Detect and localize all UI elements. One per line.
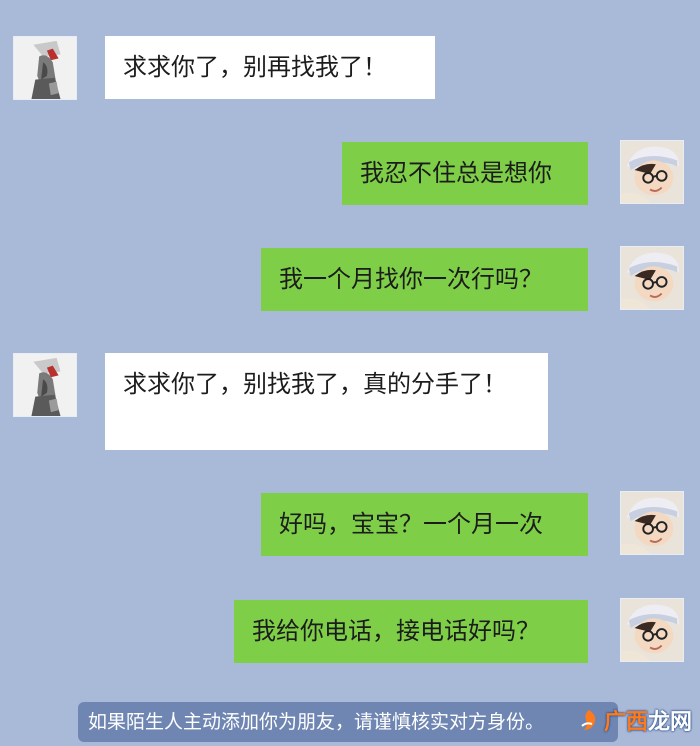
my-avatar[interactable]: [620, 140, 684, 204]
contact-avatar-image: [14, 354, 76, 416]
my-avatar[interactable]: [620, 598, 684, 662]
contact-avatar[interactable]: [13, 353, 77, 417]
message-text: 好吗，宝宝？一个月一次: [279, 510, 543, 538]
watermark-text-part2: 龙网: [647, 710, 692, 735]
my-avatar-image: [621, 141, 683, 203]
contact-avatar[interactable]: [13, 36, 77, 100]
contact-avatar-image: [14, 37, 76, 99]
my-avatar-image: [621, 492, 683, 554]
my-avatar[interactable]: [620, 491, 684, 555]
my-avatar-image: [621, 247, 683, 309]
incoming-message: 求求你了，别找我了，真的分手了！: [105, 353, 548, 450]
watermark-text: 广西龙网: [604, 704, 692, 736]
message-text: 求求你了，别找我了，真的分手了！: [123, 370, 507, 398]
site-watermark: 广西龙网: [578, 700, 692, 740]
outgoing-message: 我一个月找你一次行吗？: [261, 248, 588, 311]
outgoing-message: 我忍不住总是想你: [342, 142, 588, 205]
message-text: 我给你电话，接电话好吗？: [252, 617, 540, 645]
message-text: 我忍不住总是想你: [360, 159, 552, 187]
my-avatar-image: [621, 599, 683, 661]
watermark-logo-icon: [581, 710, 596, 730]
my-avatar[interactable]: [620, 246, 684, 310]
outgoing-message: 好吗，宝宝？一个月一次: [261, 493, 588, 556]
incoming-message: 求求你了，别再找我了！: [105, 36, 435, 99]
watermark-text-part1: 广西: [603, 710, 648, 735]
message-text: 求求你了，别再找我了！: [123, 53, 387, 81]
message-text: 我一个月找你一次行吗？: [279, 265, 543, 293]
system-notice: 如果陌生人主动添加你为朋友，请谨慎核实对方身份。: [78, 702, 618, 742]
system-notice-text: 如果陌生人主动添加你为朋友，请谨慎核实对方身份。: [88, 711, 545, 733]
outgoing-message: 我给你电话，接电话好吗？: [234, 600, 588, 663]
